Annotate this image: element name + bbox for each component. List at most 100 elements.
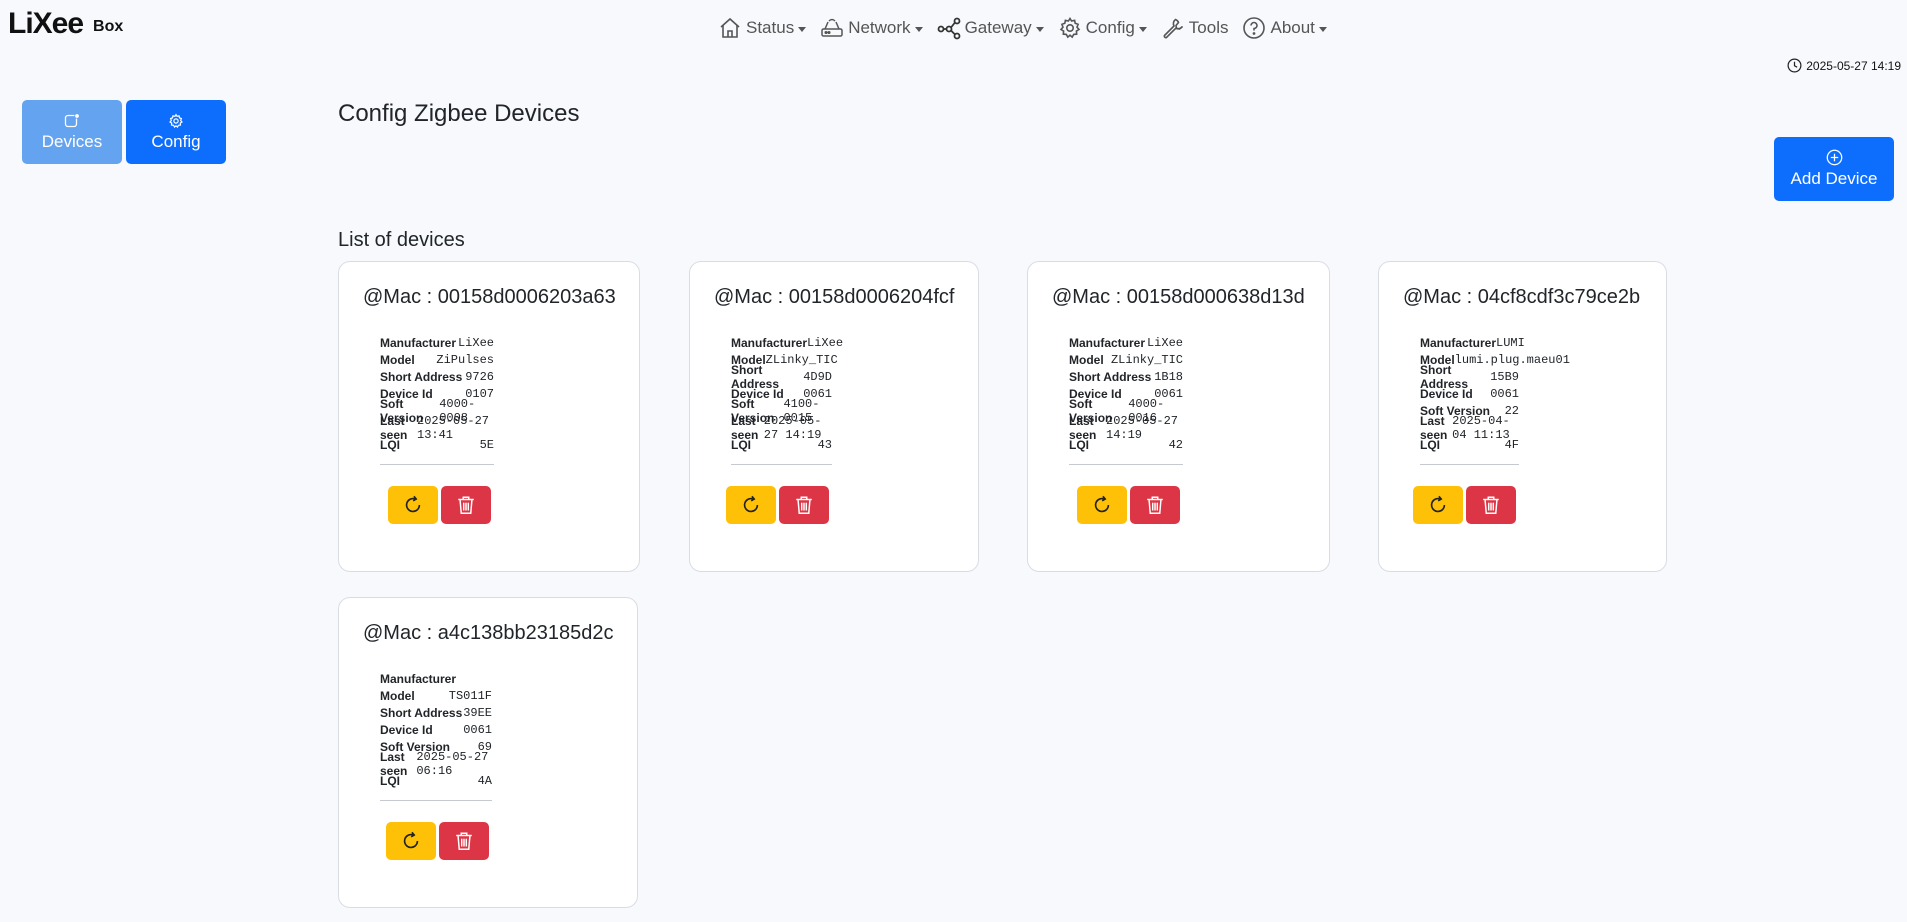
info-row-last-seen: Last seen 2025-04-04 11:13 (1420, 414, 1519, 442)
add-device-button[interactable]: Add Device (1774, 137, 1894, 201)
chevron-down-icon (1318, 26, 1327, 32)
clock: 2025-05-27 14:19 (1787, 58, 1901, 73)
nav-tools[interactable]: Tools (1161, 16, 1228, 40)
info-label: Manufacturer (380, 335, 457, 350)
device-mac: @Mac : a4c138bb23185d2c (363, 622, 614, 644)
refresh-button[interactable] (388, 486, 438, 524)
info-row-manufacturer: Manufacturer LiXee (1069, 334, 1183, 351)
info-value: 42 (1168, 437, 1183, 452)
refresh-button[interactable] (726, 486, 776, 524)
device-card: @Mac : 00158d0006204fcf Manufacturer LiXe… (689, 261, 979, 572)
info-value: 9726 (465, 369, 494, 384)
nav-status[interactable]: Status (718, 16, 807, 40)
info-value: 39EE (463, 705, 492, 720)
info-row-device-id: Device Id 0061 (1420, 385, 1519, 402)
info-value: 4D9D (803, 369, 832, 384)
question-circle-icon (1243, 17, 1266, 39)
trash-icon (456, 832, 472, 850)
device-mac: @Mac : 00158d000638d13d (1052, 286, 1305, 308)
router-icon (821, 18, 843, 37)
device-icon (64, 112, 80, 127)
device-info: Manufacturer LiXee Model ZLinky_TIC Short Ad… (1069, 334, 1183, 453)
device-mac: @Mac : 00158d0006203a63 (363, 286, 616, 308)
info-label: Short Address (1069, 369, 1152, 384)
info-row-model: Model ZiPulses (380, 351, 494, 368)
info-label: Model (380, 352, 415, 367)
wrench-icon (1163, 18, 1183, 39)
delete-button[interactable] (439, 822, 489, 860)
divider (1069, 464, 1183, 465)
device-info: Manufacturer LUMI Model lumi.plug.maeu01 Sho… (1420, 334, 1570, 453)
info-value: 1B18 (1154, 369, 1183, 384)
gear-icon (169, 113, 183, 128)
info-label: Manufacturer (1069, 335, 1146, 350)
nav-gateway[interactable]: Gateway (937, 16, 1044, 40)
page-title: Config Zigbee Devices (338, 100, 580, 127)
refresh-icon (403, 831, 419, 849)
nav-about[interactable]: About (1242, 16, 1327, 40)
trash-icon (1483, 496, 1499, 514)
trash-icon (1147, 496, 1163, 514)
info-value: 15B9 (1490, 369, 1519, 384)
refresh-button[interactable] (1077, 486, 1127, 524)
info-label: Model (1069, 352, 1104, 367)
info-row-last-seen: Last seen 2025-05-27 13:41 (380, 414, 494, 442)
info-label: LQI (1420, 437, 1440, 452)
chevron-down-icon (1138, 26, 1147, 32)
info-row-short-address: Short Address 39EE (380, 704, 492, 721)
info-value: 43 (817, 437, 832, 452)
divider (1420, 464, 1519, 465)
refresh-icon (743, 495, 759, 513)
info-value: 0061 (1490, 386, 1519, 401)
info-row-last-seen: Last seen 2025-05-27 14:19 (731, 414, 832, 442)
logo-text: LiXee (8, 7, 84, 40)
info-value: ZLinky_TIC (1110, 352, 1183, 367)
nav-status-label: Status (746, 18, 795, 37)
chevron-down-icon (1035, 26, 1044, 32)
info-row-manufacturer: Manufacturer LiXee (380, 334, 494, 351)
device-info: Manufacturer Model TS011F Short Address 39EE… (380, 670, 492, 789)
device-card: @Mac : 00158d0006203a63 Manufacturer LiXe… (338, 261, 640, 572)
delete-button[interactable] (441, 486, 491, 524)
device-card: @Mac : a4c138bb23185d2c Manufacturer Mode… (338, 597, 638, 908)
gear-icon (1059, 17, 1080, 39)
info-row-model: Model ZLinky_TIC (1069, 351, 1183, 368)
divider (380, 800, 492, 801)
devices-button[interactable]: Devices (22, 100, 122, 164)
info-row-short-address: Short Address 4D9D (731, 363, 832, 391)
delete-button[interactable] (779, 486, 829, 524)
info-value: 0061 (463, 722, 492, 737)
info-value: TS011F (448, 688, 492, 703)
divider (380, 464, 494, 465)
info-value: LiXee (807, 335, 844, 350)
info-row-device-id: Device Id 0061 (380, 721, 492, 738)
nav-config[interactable]: Config (1058, 16, 1147, 40)
clock-time: 2025-05-27 14:19 (1806, 58, 1901, 73)
nav-about-label: About (1270, 18, 1315, 37)
info-label: Manufacturer (380, 671, 457, 686)
delete-button[interactable] (1130, 486, 1180, 524)
info-value: LiXee (457, 335, 494, 350)
nav-network[interactable]: Network (820, 16, 923, 40)
divider (731, 464, 832, 465)
trash-icon (458, 496, 474, 514)
brand-suffix: Box (93, 18, 124, 35)
info-row-last-seen: Last seen 2025-05-27 14:19 (1069, 414, 1183, 442)
info-row-manufacturer: Manufacturer LUMI (1420, 334, 1525, 351)
info-row-short-address: Short Address 1B18 (1069, 368, 1183, 385)
share-icon (937, 17, 960, 40)
brand[interactable]: LiXee Box (8, 4, 123, 40)
refresh-icon (1094, 495, 1110, 513)
nav-network-label: Network (848, 18, 911, 37)
refresh-button[interactable] (386, 822, 436, 860)
delete-button[interactable] (1466, 486, 1516, 524)
refresh-button[interactable] (1413, 486, 1463, 524)
clock-icon (1787, 58, 1802, 73)
house-icon (720, 17, 740, 38)
config-button[interactable]: Config (126, 100, 226, 164)
trash-icon (796, 496, 812, 514)
info-row-last-seen: Last seen 2025-05-27 06:16 (380, 750, 492, 778)
info-label: Device Id (1420, 386, 1473, 401)
device-info: Manufacturer LiXee Model ZiPulses Short Addr… (380, 334, 494, 453)
info-value: LUMI (1496, 335, 1525, 350)
